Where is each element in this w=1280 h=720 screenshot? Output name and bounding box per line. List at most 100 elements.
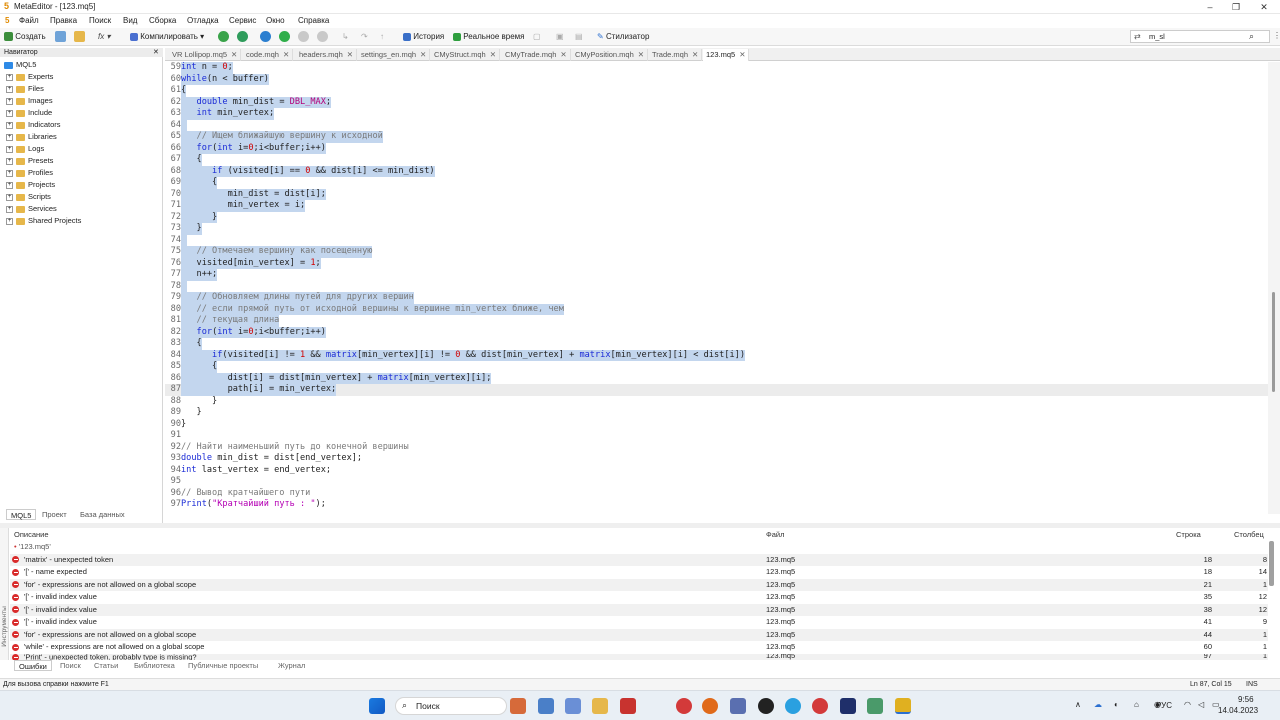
panel-scrollbar[interactable] xyxy=(1269,541,1274,586)
menu-window[interactable]: Окно xyxy=(266,16,285,25)
error-row[interactable]: '[' - invalid index value 123.mq5 35 12 xyxy=(10,591,1268,604)
code-line[interactable]: 82 for(int i=0;i<buffer;i++) xyxy=(165,326,1268,338)
menu-file[interactable]: Файл xyxy=(19,16,39,25)
code-line[interactable]: 90} xyxy=(165,419,1268,431)
code-line[interactable]: 59 int n = 0; xyxy=(165,62,1268,74)
code-line[interactable]: 95 xyxy=(165,476,1268,488)
code-line[interactable]: 62 double min_dist = DBL_MAX; xyxy=(165,96,1268,108)
code-line[interactable]: 69 { xyxy=(165,177,1268,189)
tray-volume-icon[interactable]: ◁ xyxy=(1198,700,1204,709)
run-history-button[interactable] xyxy=(279,31,290,43)
search-options-icon[interactable]: ⋮ xyxy=(1273,31,1280,40)
tree-item[interactable]: + Profiles xyxy=(6,167,53,179)
code-line[interactable]: 89 } xyxy=(165,407,1268,419)
profile-button[interactable] xyxy=(237,31,248,43)
code-line[interactable]: 83 { xyxy=(165,338,1268,350)
code-line[interactable]: 97 Print("Кратчайший путь : "); xyxy=(165,499,1268,511)
file-tab[interactable]: settings_en.mqh ✕ xyxy=(358,49,431,61)
pause-button[interactable] xyxy=(298,31,309,43)
code-editor[interactable]: 59 int n = 0; 60 while(n < buffer) 61{62 dou… xyxy=(165,62,1268,514)
app-firefox-icon[interactable] xyxy=(702,698,718,714)
code-line[interactable]: 60 while(n < buffer) xyxy=(165,73,1268,85)
code-line[interactable]: 68 if (visited[i] == 0 && dist[i] <= min… xyxy=(165,165,1268,177)
tree-item[interactable]: + Include xyxy=(6,107,52,119)
error-row[interactable]: 'matrix' - unexpected token 123.mq5 18 8 xyxy=(10,553,1268,566)
tab-close-icon[interactable]: ✕ xyxy=(692,50,698,59)
tree-item[interactable]: + Presets xyxy=(6,155,53,167)
tree-item[interactable]: + Shared Projects xyxy=(6,215,81,227)
expand-icon[interactable]: + xyxy=(6,133,13,141)
tree-item[interactable]: + Indicators xyxy=(6,119,61,131)
tree-item[interactable]: + Logs xyxy=(6,143,44,155)
navigator-close-icon[interactable]: ✕ xyxy=(153,48,159,57)
tray-network-icon[interactable]: ⌂ xyxy=(1134,700,1139,709)
file-tab[interactable]: CMyStruct.mqh ✕ xyxy=(431,49,500,61)
tree-item[interactable]: + Services xyxy=(6,203,57,215)
tab-close-icon[interactable]: ✕ xyxy=(490,50,496,59)
app-metatrader-icon[interactable] xyxy=(867,698,883,714)
code-line[interactable]: 80 // если прямой путь от исходной верши… xyxy=(165,303,1268,315)
tray-chevron-icon[interactable]: ∧ xyxy=(1075,700,1081,709)
expand-icon[interactable]: + xyxy=(6,85,13,93)
app-folder-icon[interactable] xyxy=(592,698,608,714)
tab-close-icon[interactable]: ✕ xyxy=(347,50,353,59)
code-line[interactable]: 91 xyxy=(165,430,1268,442)
menu-edit[interactable]: Правка xyxy=(50,16,77,25)
code-line[interactable]: 92// Найти наименьший путь до конечной в… xyxy=(165,442,1268,454)
expand-icon[interactable]: + xyxy=(6,181,13,189)
code-line[interactable]: 76 visited[min_vertex] = 1; xyxy=(165,257,1268,269)
app-terminal-icon[interactable] xyxy=(840,698,856,714)
col-description[interactable]: Описание xyxy=(14,529,49,540)
file-tab[interactable]: 123.mq5 ✕ xyxy=(703,49,750,61)
taskbar-search[interactable]: ⌕ Поиск xyxy=(395,697,507,715)
tree-item[interactable]: + Scripts xyxy=(6,191,51,203)
step-into-button[interactable]: ↳ xyxy=(342,31,349,43)
code-line[interactable]: 73 } xyxy=(165,223,1268,235)
error-row[interactable]: '[' - invalid index value 123.mq5 41 9 xyxy=(10,616,1268,629)
menu-help[interactable]: Справка xyxy=(298,16,329,25)
code-line[interactable]: 67 { xyxy=(165,154,1268,166)
expand-icon[interactable]: + xyxy=(6,109,13,117)
run-real-button[interactable] xyxy=(260,31,271,43)
tab-public-projects[interactable]: Публичные проекты xyxy=(184,660,262,671)
windows-start-icon[interactable] xyxy=(369,698,385,714)
tree-item[interactable]: + Libraries xyxy=(6,131,57,143)
code-line[interactable]: 86 dist[i] = dist[min_vertex] + matrix[m… xyxy=(165,372,1268,384)
file-tab[interactable]: VR Lollipop.mq5 ✕ xyxy=(169,49,242,61)
code-line[interactable]: 85 { xyxy=(165,361,1268,373)
code-line[interactable]: 65 // Ищем ближайшую вершину к исходной xyxy=(165,131,1268,143)
history-button[interactable]: История xyxy=(403,31,444,43)
menu-debug[interactable]: Отладка xyxy=(187,16,219,25)
compile-button[interactable]: Компилировать ▾ xyxy=(130,31,204,43)
step-out-button[interactable]: ↑ xyxy=(380,31,384,43)
code-line[interactable]: 66 for(int i=0;i<buffer;i++) xyxy=(165,142,1268,154)
app-vivaldi2-icon[interactable] xyxy=(812,698,828,714)
app-store-icon[interactable] xyxy=(565,698,581,714)
error-group-row[interactable]: • '123.mq5' xyxy=(10,541,1268,554)
code-line[interactable]: 81 // текущая длина xyxy=(165,315,1268,327)
code-line[interactable]: 77 n++; xyxy=(165,269,1268,281)
step-over-button[interactable]: ↷ xyxy=(361,31,368,43)
app-vivaldi-icon[interactable] xyxy=(676,698,692,714)
expand-icon[interactable]: + xyxy=(6,205,13,213)
expand-icon[interactable]: + xyxy=(6,145,13,153)
tab-close-icon[interactable]: ✕ xyxy=(739,50,745,59)
expand-icon[interactable]: + xyxy=(6,169,13,177)
tab-close-icon[interactable]: ✕ xyxy=(283,50,289,59)
search-icon[interactable]: ⌕ xyxy=(1249,31,1254,42)
copy-button[interactable]: ▢ xyxy=(533,31,541,43)
code-line[interactable]: 93 double min_dist = dist[end_vertex]; xyxy=(165,453,1268,465)
error-row[interactable]: 'while' - expressions are not allowed on… xyxy=(10,641,1268,654)
code-line[interactable]: 96// Вывод кратчайшего пути xyxy=(165,488,1268,500)
menu-build[interactable]: Сборка xyxy=(149,16,176,25)
app-info-icon[interactable] xyxy=(758,698,774,714)
col-file[interactable]: Файл xyxy=(766,529,784,540)
code-line[interactable]: 75 // Отмечаем вершину как посещенную xyxy=(165,246,1268,258)
code-line[interactable]: 64 xyxy=(165,119,1268,131)
tab-close-icon[interactable]: ✕ xyxy=(231,50,237,59)
tray-onedrive-icon[interactable]: ☁ xyxy=(1094,700,1102,709)
code-line[interactable]: 94 int last_vertex = end_vertex; xyxy=(165,465,1268,477)
expand-icon[interactable]: + xyxy=(6,73,13,81)
code-line[interactable]: 70 min_dist = dist[i]; xyxy=(165,188,1268,200)
error-row[interactable]: 'Print' - unexpected token, probably typ… xyxy=(10,653,1268,660)
